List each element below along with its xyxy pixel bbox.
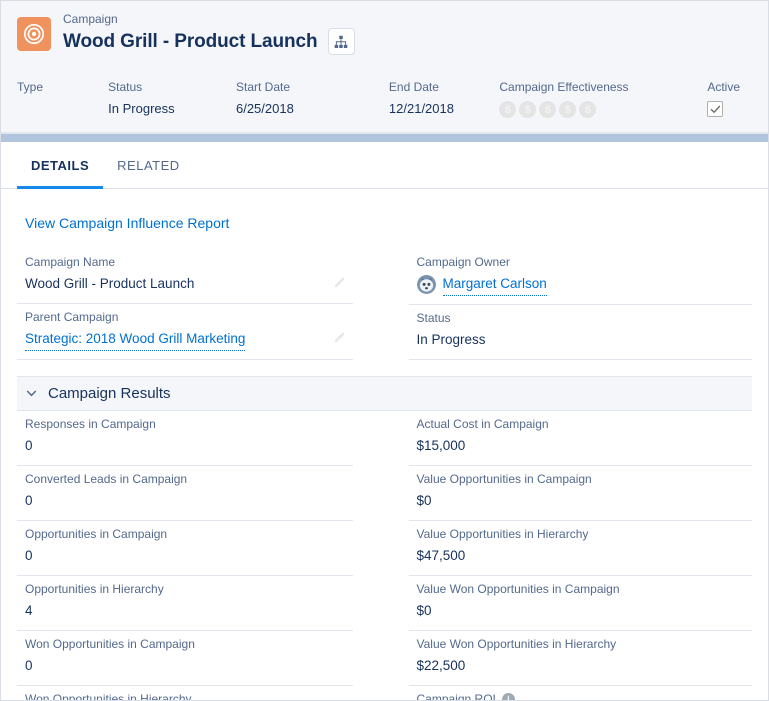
highlights-panel: Type Status In Progress Start Date 6/25/…	[1, 73, 768, 133]
field-value-won-opportunities-in-hierarchy-label: Value Won Opportunities in Hierarchy	[416, 637, 617, 651]
field-value-opportunities-in-campaign-label: Value Opportunities in Campaign	[416, 472, 592, 486]
field-actual-cost-in-campaign: Actual Cost in Campaign $15,000	[408, 411, 752, 466]
field-won-opportunities-in-campaign: Won Opportunities in Campaign 0	[17, 631, 353, 686]
field-campaign-owner: Campaign Owner Margaret Carlson	[408, 249, 752, 305]
field-converted-leads-in-campaign-value: 0	[25, 493, 33, 508]
record-tabs: DETAILS RELATED	[1, 143, 768, 189]
campaign-record-page: Campaign Wood Grill - Product Launch Typ…	[0, 0, 769, 701]
field-opportunities-in-campaign-label: Opportunities in Campaign	[25, 527, 168, 541]
field-status-value: In Progress	[416, 332, 486, 347]
primary-fields-right-column: Campaign Owner Margaret Carlson Status I…	[385, 249, 752, 360]
highlight-type-label: Type	[17, 80, 44, 94]
object-type-label: Campaign	[63, 12, 118, 26]
highlight-status-value: In Progress	[108, 101, 175, 116]
field-value-opportunities-in-hierarchy: Value Opportunities in Hierarchy $47,500	[408, 521, 752, 576]
field-opportunities-in-hierarchy-label: Opportunities in Hierarchy	[25, 582, 164, 596]
info-icon[interactable]: i	[501, 693, 515, 700]
campaign-results-left-column: Responses in Campaign 0 Converted Leads …	[17, 411, 385, 701]
chevron-down-icon	[25, 387, 38, 400]
view-hierarchy-button[interactable]	[327, 28, 355, 55]
dollar-coin-icon[interactable]: $	[519, 101, 537, 118]
campaign-results-grid: Responses in Campaign 0 Converted Leads …	[17, 411, 753, 701]
avatar	[416, 275, 436, 294]
campaign-results-title: Campaign Results	[48, 385, 171, 402]
field-opportunities-in-campaign-value: 0	[25, 548, 33, 563]
field-value-opportunities-in-campaign: Value Opportunities in Campaign $0	[408, 466, 752, 521]
active-checkbox[interactable]	[707, 101, 724, 117]
highlight-type: Type	[17, 79, 108, 120]
highlight-start-date: Start Date 6/25/2018	[236, 79, 389, 120]
field-value-won-opportunities-in-hierarchy-value: $22,500	[416, 658, 466, 673]
header-divider-band	[1, 133, 768, 143]
tab-details[interactable]: DETAILS	[17, 143, 104, 189]
field-parent-campaign-label: Parent Campaign	[25, 310, 119, 324]
tab-related[interactable]: RELATED	[103, 143, 194, 188]
field-parent-campaign: Parent Campaign Strategic: 2018 Wood Gri…	[17, 304, 353, 360]
field-value-opportunities-in-hierarchy-value: $47,500	[416, 548, 466, 563]
field-campaign-name: Campaign Name Wood Grill - Product Launc…	[17, 249, 353, 304]
dollar-coin-icon[interactable]: $	[539, 101, 557, 118]
highlight-start-date-value: 6/25/2018	[235, 101, 294, 116]
field-value-won-opportunities-in-campaign-value: $0	[416, 603, 432, 618]
highlight-status: Status In Progress	[108, 79, 236, 120]
field-value-won-opportunities-in-campaign: Value Won Opportunities in Campaign $0	[408, 576, 752, 631]
highlight-status-label: Status	[108, 80, 143, 94]
field-actual-cost-in-campaign-value: $15,000	[416, 438, 466, 453]
field-opportunities-in-campaign: Opportunities in Campaign 0	[17, 521, 353, 576]
campaign-target-icon	[17, 17, 51, 51]
field-won-opportunities-in-hierarchy: Won Opportunities in Hierarchy 2	[17, 686, 353, 701]
highlight-campaign-effectiveness: Campaign Effectiveness $ $ $ $ $	[499, 79, 707, 120]
campaign-owner-link[interactable]: Margaret Carlson	[442, 273, 547, 296]
dollar-coin-icon[interactable]: $	[499, 101, 517, 118]
field-responses-in-campaign-value: 0	[25, 438, 33, 453]
field-actual-cost-in-campaign-label: Actual Cost in Campaign	[416, 417, 549, 431]
field-value-won-opportunities-in-hierarchy: Value Won Opportunities in Hierarchy $22…	[408, 631, 752, 686]
dollar-coin-icon[interactable]: $	[579, 101, 597, 118]
primary-fields-grid: Campaign Name Wood Grill - Product Launc…	[17, 249, 752, 360]
hierarchy-icon	[334, 35, 348, 48]
highlight-start-date-label: Start Date	[235, 80, 291, 94]
field-converted-leads-in-campaign-label: Converted Leads in Campaign	[25, 472, 188, 486]
primary-fields-left-column: Campaign Name Wood Grill - Product Launc…	[17, 249, 385, 360]
field-parent-campaign-value: Strategic: 2018 Wood Grill Marketing	[25, 328, 325, 351]
dollar-coin-icon[interactable]: $	[559, 101, 577, 118]
field-campaign-roi: Campaign ROI i -100%	[409, 686, 753, 701]
field-converted-leads-in-campaign: Converted Leads in Campaign 0	[17, 466, 353, 521]
field-campaign-owner-label: Campaign Owner	[416, 255, 510, 269]
view-campaign-influence-report-link[interactable]: View Campaign Influence Report	[17, 189, 752, 249]
field-campaign-name-value: Wood Grill - Product Launch	[25, 276, 195, 291]
highlight-active-label: Active	[707, 80, 740, 94]
field-value-won-opportunities-in-campaign-label: Value Won Opportunities in Campaign	[416, 582, 620, 596]
field-opportunities-in-hierarchy-value: 4	[25, 603, 33, 618]
campaign-results-right-column: Actual Cost in Campaign $15,000 Value Op…	[385, 411, 753, 701]
highlight-effectiveness-label: Campaign Effectiveness	[499, 80, 629, 94]
parent-campaign-link[interactable]: Strategic: 2018 Wood Grill Marketing	[25, 328, 246, 351]
field-won-opportunities-in-hierarchy-label: Won Opportunities in Hierarchy	[25, 692, 192, 701]
effectiveness-rating[interactable]: $ $ $ $ $	[499, 101, 695, 118]
highlight-end-date-label: End Date	[388, 80, 439, 94]
field-opportunities-in-hierarchy: Opportunities in Hierarchy 4	[17, 576, 353, 631]
highlight-active: Active	[707, 79, 752, 120]
page-title: Wood Grill - Product Launch	[63, 30, 318, 52]
campaign-results-section-header[interactable]: Campaign Results	[17, 376, 752, 411]
field-responses-in-campaign: Responses in Campaign 0	[17, 411, 353, 466]
field-value-opportunities-in-hierarchy-label: Value Opportunities in Hierarchy	[416, 527, 589, 541]
field-status-label: Status	[416, 311, 451, 325]
edit-parent-campaign-pencil-icon[interactable]	[333, 330, 347, 349]
highlight-end-date: End Date 12/21/2018	[389, 79, 499, 120]
field-campaign-roi-label: Campaign ROI i	[416, 690, 725, 701]
check-icon	[710, 105, 721, 113]
field-status: Status In Progress	[408, 305, 752, 360]
edit-campaign-name-pencil-icon[interactable]	[333, 275, 347, 294]
field-value-opportunities-in-campaign-value: $0	[416, 493, 432, 508]
field-campaign-owner-value: Margaret Carlson	[416, 273, 725, 296]
field-responses-in-campaign-label: Responses in Campaign	[25, 417, 156, 431]
record-header: Campaign Wood Grill - Product Launch	[1, 1, 768, 73]
field-won-opportunities-in-campaign-value: 0	[25, 658, 33, 673]
details-panel: View Campaign Influence Report Campaign …	[1, 189, 768, 701]
highlight-end-date-value: 12/21/2018	[388, 101, 454, 116]
field-campaign-name-label: Campaign Name	[25, 255, 116, 269]
field-won-opportunities-in-campaign-label: Won Opportunities in Campaign	[25, 637, 195, 651]
field-campaign-roi-label-text: Campaign ROI	[416, 692, 496, 701]
